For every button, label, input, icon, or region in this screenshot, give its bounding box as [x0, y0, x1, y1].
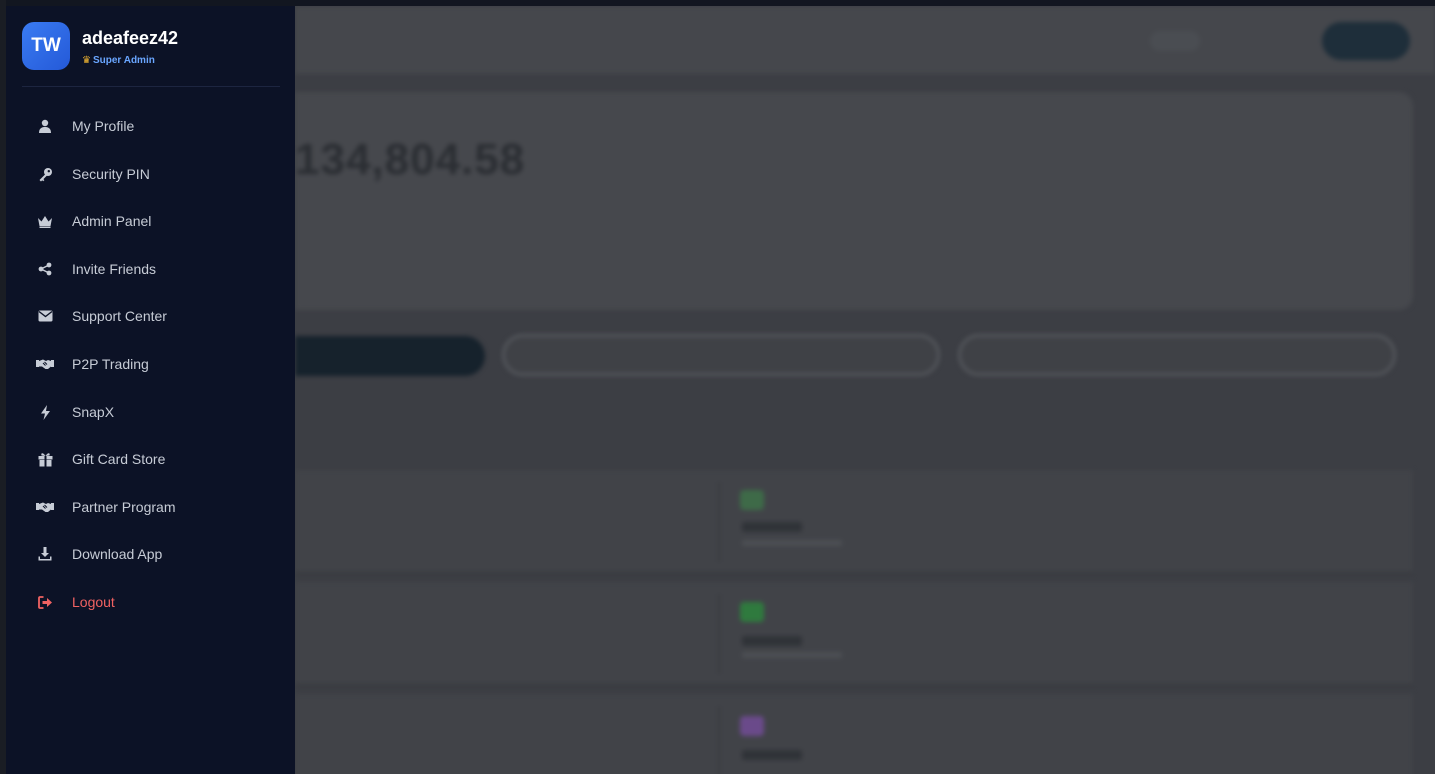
menu-item-my-profile[interactable]: My Profile [22, 106, 280, 146]
background-primary-button [295, 336, 485, 376]
background-balance: 134,804.58 [295, 135, 526, 184]
background-row [295, 470, 1413, 574]
drawer-user-header: TW adeafeez42 ♛ Super Admin [22, 22, 280, 87]
background-balance-card [295, 92, 1413, 310]
menu-item-label: Support Center [72, 308, 167, 324]
background-divider [718, 594, 720, 674]
background-deposit-button [502, 334, 940, 376]
crown-icon: ♛ [82, 55, 91, 66]
role-label: Super Admin [92, 55, 155, 66]
menu-item-label: P2P Trading [72, 356, 149, 372]
background-divider [718, 706, 720, 774]
background-row-icon [740, 602, 764, 622]
menu-item-support-center[interactable]: Support Center [22, 296, 280, 336]
menu-item-label: Invite Friends [72, 261, 157, 277]
share-icon [36, 260, 54, 278]
app-root: 134,804.58 TW adeafeez42 ♛ Super Admin M… [0, 0, 1435, 774]
menu-item-security-pin[interactable]: Security PIN [22, 154, 280, 194]
menu-item-partner-program[interactable]: Partner Program [22, 487, 280, 527]
envelope-icon [36, 307, 54, 325]
background-row [295, 582, 1413, 686]
menu-item-admin-panel[interactable]: Admin Panel [22, 201, 280, 241]
user-icon [36, 117, 54, 135]
background-row-subtitle [742, 540, 842, 546]
avatar[interactable]: TW [22, 22, 70, 70]
menu-item-label: Download App [72, 546, 163, 562]
background-row-icon [740, 716, 764, 736]
side-drawer: TW adeafeez42 ♛ Super Admin My Profile S… [6, 6, 295, 774]
background-row-title [742, 750, 802, 760]
menu-item-label: Security PIN [72, 166, 150, 182]
background-row-subtitle [742, 652, 842, 658]
background-header [295, 6, 1435, 74]
crown-icon [36, 212, 54, 230]
bolt-icon [36, 403, 54, 421]
menu-item-invite-friends[interactable]: Invite Friends [22, 249, 280, 289]
background-row-icon [740, 490, 764, 510]
handshake-icon [36, 355, 54, 373]
menu-item-label: Admin Panel [72, 213, 152, 229]
key-icon [36, 165, 54, 183]
handshake-icon [36, 498, 54, 516]
background-badge [1150, 31, 1200, 51]
menu-item-label: Logout [72, 594, 115, 610]
logout-icon [36, 593, 54, 611]
menu-item-snapx[interactable]: SnapX [22, 392, 280, 432]
menu-item-label: Partner Program [72, 499, 176, 515]
menu-item-gift-card-store[interactable]: Gift Card Store [22, 439, 280, 479]
download-icon [36, 545, 54, 563]
menu-item-logout[interactable]: Logout [22, 582, 280, 622]
background-exit-button [1322, 22, 1410, 60]
background-divider [718, 482, 720, 562]
menu-item-label: Gift Card Store [72, 451, 166, 467]
menu-item-p2p-trading[interactable]: P2P Trading [22, 344, 280, 384]
role-badge: ♛ Super Admin [82, 55, 155, 66]
menu-item-label: My Profile [72, 118, 135, 134]
background-row-title [742, 636, 802, 646]
background-row [295, 694, 1413, 774]
username: adeafeez42 [82, 28, 179, 48]
menu-item-download-app[interactable]: Download App [22, 534, 280, 574]
background-row-title [742, 522, 802, 532]
menu-item-label: SnapX [72, 404, 115, 420]
background-withdraw-button [958, 334, 1396, 376]
gift-icon [36, 450, 54, 468]
